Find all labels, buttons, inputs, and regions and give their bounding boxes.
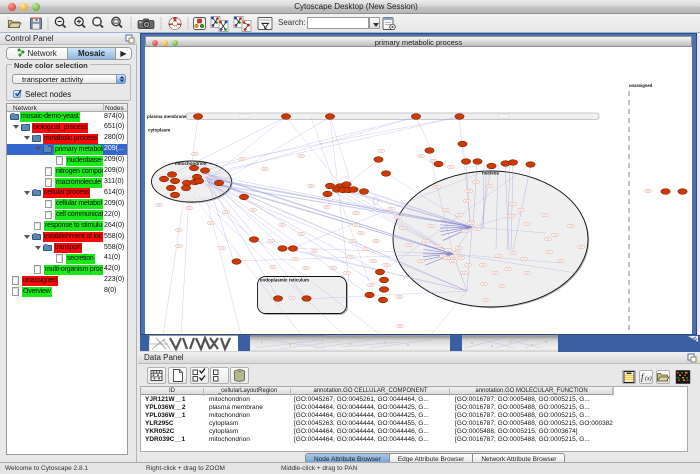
svg-text:endoplasmic reticulum: endoplasmic reticulum [260,278,309,283]
svg-text:(x): (x) [645,375,652,382]
svg-text:mitochondrion: mitochondrion [175,161,207,166]
svg-text:unassigned: unassigned [629,83,653,88]
svg-text:plasma membrane: plasma membrane [147,114,187,119]
svg-text:nucleus: nucleus [482,171,500,176]
svg-text:cytoplasm: cytoplasm [148,128,170,133]
